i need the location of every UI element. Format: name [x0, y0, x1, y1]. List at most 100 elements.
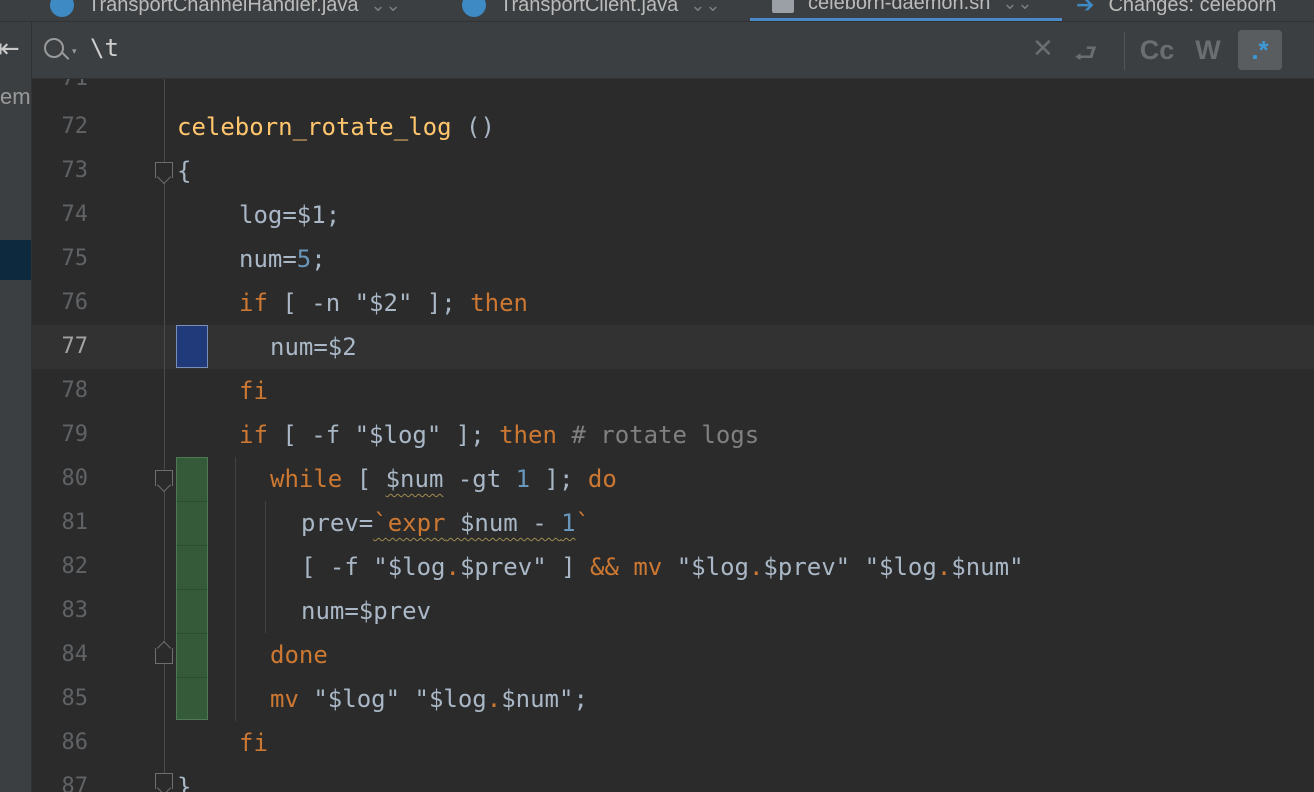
back-arrow-icon[interactable]: ⇤	[0, 34, 20, 64]
code-line-80: while [ $num -gt 1 ]; do	[270, 457, 617, 501]
code-editor[interactable]: 71 72 73 74 75 76 77 78 79 80 81 82 83 8…	[32, 79, 1314, 792]
code-variable-warning: $num	[385, 465, 444, 493]
code-token: [ -f "$log	[301, 553, 446, 581]
code-number: 1	[561, 509, 576, 537]
code-number: 1	[515, 465, 531, 493]
code-line-86: fi	[239, 721, 268, 765]
code-token: .	[936, 553, 952, 581]
changes-icon: ➔	[1076, 0, 1095, 17]
code-command: mv	[618, 553, 663, 581]
line-number: 72	[61, 114, 89, 139]
tab-menu-icon[interactable]: ⌄⌄	[1002, 0, 1032, 14]
code-token: $num";	[501, 685, 588, 713]
code-token: .	[748, 553, 764, 581]
code-backtick: `	[373, 509, 388, 537]
code-token: [ -n "$2" ];	[267, 289, 471, 317]
code-token: prev=	[301, 509, 374, 537]
line-number: 81	[61, 510, 89, 535]
line-number: 78	[61, 378, 89, 403]
code-token: $num"	[951, 553, 1024, 581]
clear-search-icon[interactable]: ✕	[1032, 34, 1054, 64]
code-keyword: done	[270, 641, 328, 669]
code-token: $prev" "$log	[763, 553, 937, 581]
code-line-76: if [ -n "$2" ]; then	[239, 281, 528, 325]
whole-words-toggle[interactable]: W	[1192, 30, 1224, 70]
vcs-modified-marker[interactable]	[176, 325, 208, 368]
tab-label: Changes: celeborn	[1108, 0, 1277, 16]
code-backtick: `	[575, 509, 590, 537]
line-number: 86	[61, 730, 89, 755]
line-number: 73	[61, 158, 89, 183]
code-token: num=	[239, 245, 297, 273]
code-token: .	[486, 685, 502, 713]
tab-celeborn-daemon[interactable]: celeborn-daemon.sh ⌄⌄	[750, 0, 1062, 21]
code-line-73: {	[177, 157, 192, 185]
code-token: $num -	[445, 509, 562, 537]
code-line-83: num=$prev	[301, 597, 432, 625]
code-keyword: fi	[239, 729, 268, 757]
line-number: 84	[61, 642, 89, 667]
fold-end-marker-icon[interactable]	[155, 773, 173, 792]
line-number: 76	[61, 290, 89, 315]
line-number: 82	[61, 554, 89, 579]
left-tool-panel: ⇤ em	[0, 22, 32, 792]
code-line-82: [ -f "$log.$prev" ] && mv "$log.$prev" "…	[301, 545, 1024, 589]
vcs-added-marker[interactable]	[176, 457, 208, 720]
selected-item-highlight[interactable]	[0, 240, 31, 280]
fold-marker-icon[interactable]	[155, 470, 173, 493]
line-number-current: 77	[61, 334, 89, 359]
search-history-icon[interactable]: ▾	[44, 36, 77, 64]
java-class-icon	[50, 0, 74, 17]
line-number: 74	[61, 202, 89, 227]
new-line-icon[interactable]: ⮐	[1074, 35, 1097, 79]
tab-changes[interactable]: ➔ Changes: celeborn	[1076, 0, 1277, 21]
shell-file-icon	[772, 0, 794, 13]
match-case-toggle[interactable]: Cc	[1138, 30, 1176, 70]
tab-label: TransportChannelHandler.java	[88, 0, 359, 16]
code-line-84: done	[270, 633, 328, 677]
panel-label: em	[0, 84, 31, 109]
code-token: -gt	[443, 465, 516, 493]
divider	[1124, 32, 1125, 70]
code-keyword: then	[470, 289, 528, 317]
fold-marker-icon[interactable]	[155, 162, 173, 185]
fold-guide-line	[164, 79, 165, 792]
code-operator: &&	[590, 553, 619, 581]
code-keyword: if	[239, 289, 268, 317]
code-token: ];	[530, 465, 588, 493]
code-line-79: if [ -f "$log" ]; then # rotate logs	[239, 413, 759, 457]
code-keyword: fi	[239, 377, 268, 405]
code-token: "$log	[662, 553, 749, 581]
code-line-75: num=5;	[239, 237, 326, 281]
code-command: mv	[270, 685, 299, 713]
line-number: 79	[61, 422, 89, 447]
code-line-81: prev=`expr $num - 1`	[301, 501, 590, 545]
indent-guide	[235, 457, 236, 721]
line-number: 87	[61, 774, 89, 792]
tab-transport-channel-handler[interactable]: TransportChannelHandler.java ⌄⌄	[50, 0, 401, 21]
code-token: .	[445, 553, 460, 581]
regex-toggle[interactable]: .*	[1238, 30, 1282, 70]
fold-end-marker-icon[interactable]	[155, 640, 173, 664]
search-input[interactable]: \t	[90, 34, 119, 62]
code-keyword: then	[499, 421, 557, 449]
code-token: $prev" ]	[459, 553, 590, 581]
code-token: [ -f "$log" ];	[267, 421, 500, 449]
code-line-72: celeborn_rotate_log ()	[177, 105, 495, 149]
code-keyword: do	[587, 465, 617, 493]
find-bar: ▾ \t ✕ ⮐ Cc W .*	[32, 22, 1314, 79]
code-comment: # rotate logs	[556, 421, 760, 449]
code-line-85: mv "$log" "$log.$num";	[270, 677, 588, 721]
tab-menu-icon[interactable]: ⌄⌄	[371, 0, 401, 16]
code-number: 5	[296, 245, 312, 273]
code-token: "$log" "$log	[298, 685, 487, 713]
current-line-highlight	[32, 325, 1314, 369]
function-name: celeborn_rotate_log	[177, 113, 452, 141]
tab-menu-icon[interactable]: ⌄⌄	[690, 0, 720, 16]
line-number: 71	[32, 79, 89, 101]
line-number: 85	[61, 686, 89, 711]
line-number: 80	[61, 466, 89, 491]
tab-transport-client[interactable]: TransportClient.java ⌄⌄	[462, 0, 720, 21]
code-command: expr	[387, 509, 446, 537]
code-line-78: fi	[239, 369, 268, 413]
